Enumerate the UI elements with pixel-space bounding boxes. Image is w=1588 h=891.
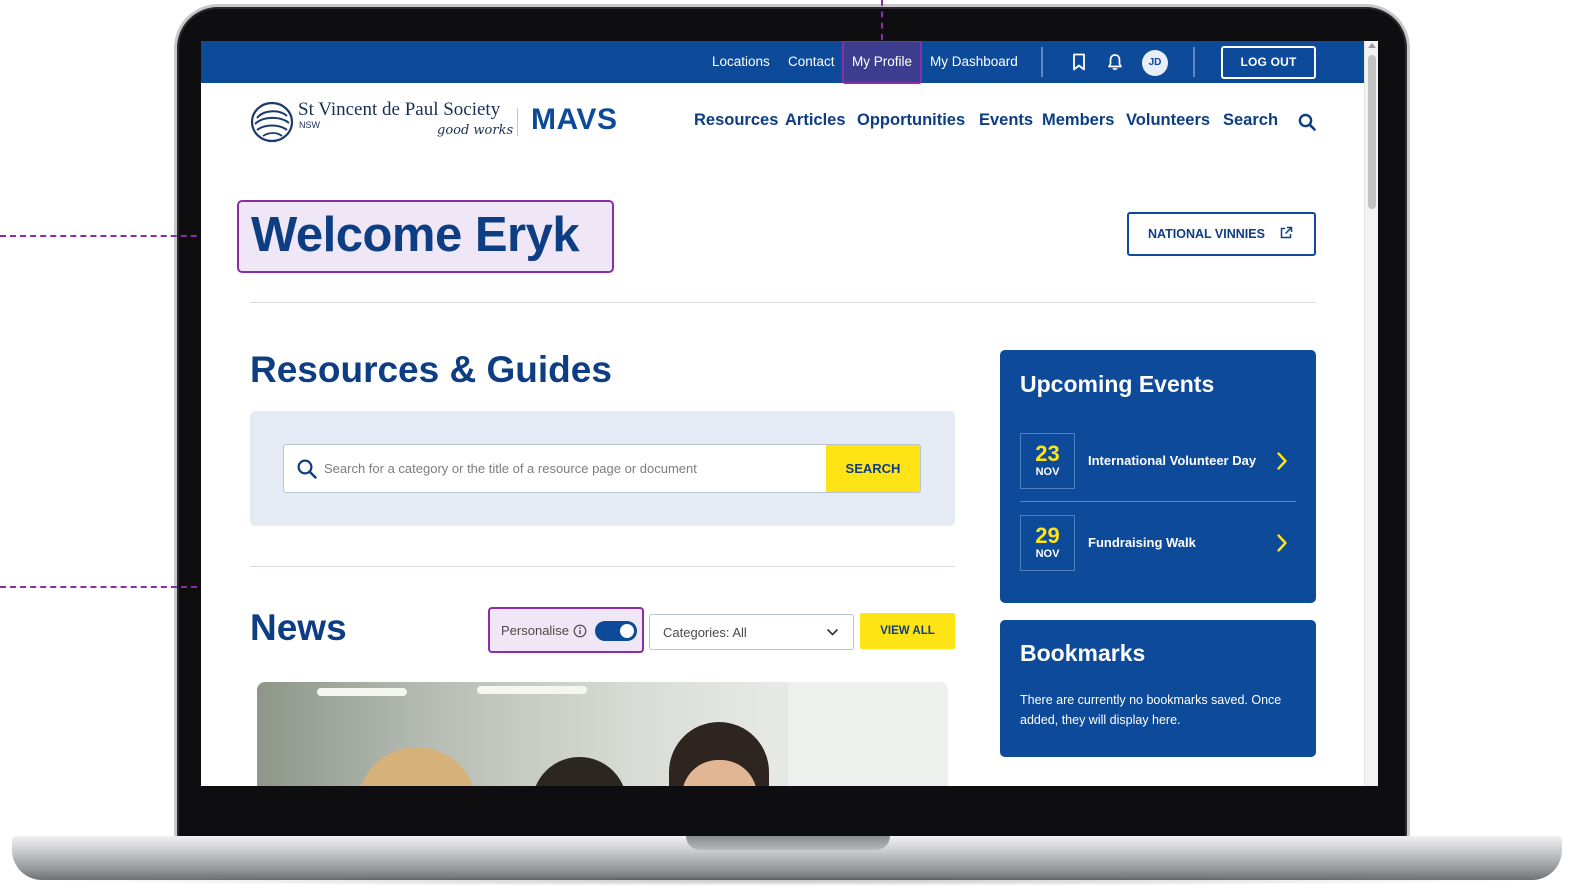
laptop-notch	[686, 836, 890, 850]
bookmarks-empty-text: There are currently no bookmarks saved. …	[1020, 693, 1282, 727]
nav-resources[interactable]: Resources	[694, 111, 778, 130]
utility-bar: Locations Contact My Profile My Dashboar…	[201, 41, 1364, 84]
avatar[interactable]: JD	[1142, 50, 1168, 76]
event-month: NOV	[1035, 548, 1060, 560]
personalise-toggle[interactable]	[595, 621, 637, 641]
national-vinnies-button[interactable]: NATIONAL VINNIES	[1127, 212, 1316, 256]
nav-contact-link[interactable]: Contact	[788, 41, 835, 83]
nav-events[interactable]: Events	[979, 111, 1033, 130]
logo-state: NSW	[299, 120, 320, 130]
image-ceiling-light	[317, 688, 407, 696]
bookmarks-card: Bookmarks There are currently no bookmar…	[1000, 620, 1316, 757]
nav-members[interactable]: Members	[1042, 111, 1114, 130]
event-day: 23	[1035, 441, 1060, 466]
nav-my-profile-link[interactable]: My Profile	[842, 41, 923, 84]
section-divider	[250, 566, 955, 567]
view-all-button[interactable]: VIEW ALL	[860, 613, 955, 649]
national-vinnies-label: NATIONAL VINNIES	[1148, 227, 1265, 241]
welcome-heading: Welcome Eryk	[251, 208, 580, 262]
resources-search-input[interactable]	[324, 445, 824, 492]
nav-volunteers[interactable]: Volunteers	[1126, 111, 1210, 130]
resources-search-box: SEARCH	[283, 444, 921, 493]
scroll-up-arrow[interactable]	[1368, 43, 1376, 48]
event-name: International Volunteer Day	[1088, 453, 1257, 468]
logout-button[interactable]: LOG OUT	[1221, 46, 1316, 79]
event-name: Fundraising Walk	[1088, 535, 1196, 550]
svdp-emblem-icon[interactable]	[249, 100, 295, 144]
nav-opportunities[interactable]: Opportunities	[857, 111, 965, 130]
logo-divider	[517, 108, 518, 136]
logo-tagline: good works	[437, 123, 514, 138]
toggle-knob	[620, 624, 634, 638]
event-divider	[1020, 501, 1296, 502]
resources-search-button[interactable]: SEARCH	[826, 445, 920, 492]
event-item[interactable]: 23 NOV International Volunteer Day	[1020, 433, 1296, 489]
event-item[interactable]: 29 NOV Fundraising Walk	[1020, 515, 1296, 571]
event-date-badge: 29 NOV	[1020, 515, 1075, 571]
nav-articles[interactable]: Articles	[785, 111, 846, 130]
bookmark-icon[interactable]	[1069, 52, 1089, 72]
categories-selected-value: Categories: All	[663, 625, 747, 640]
welcome-highlight: Welcome Eryk	[237, 200, 614, 273]
logo-society-name: St Vincent de Paul Society	[298, 99, 501, 120]
nav-search[interactable]: Search	[1223, 111, 1278, 130]
browser-screen: Locations Contact My Profile My Dashboar…	[201, 41, 1378, 786]
image-ceiling-light	[477, 686, 587, 694]
bookmarks-title: Bookmarks	[1020, 640, 1146, 666]
event-date-badge: 23 NOV	[1020, 433, 1075, 489]
upcoming-events-title: Upcoming Events	[1020, 371, 1215, 397]
scroll-thumb[interactable]	[1368, 55, 1376, 209]
utility-divider	[1041, 47, 1043, 77]
event-month: NOV	[1035, 466, 1060, 478]
upcoming-events-card: Upcoming Events 23 NOV International Vol…	[1000, 350, 1316, 603]
news-title: News	[250, 607, 347, 648]
search-icon	[297, 459, 317, 479]
chevron-down-icon	[826, 628, 839, 636]
image-window	[788, 682, 948, 786]
image-person	[532, 757, 627, 786]
personalise-toggle-group: Personalise	[488, 607, 644, 653]
laptop-shadow	[40, 876, 1534, 886]
chevron-right-icon[interactable]	[1276, 533, 1288, 553]
personalise-label: Personalise	[501, 623, 569, 638]
section-divider	[250, 302, 1316, 303]
nav-locations-link[interactable]: Locations	[712, 41, 770, 83]
categories-dropdown[interactable]: Categories: All	[649, 614, 854, 650]
logo-mavs[interactable]: MAVS	[531, 103, 617, 137]
info-icon[interactable]	[573, 624, 587, 638]
page-scrollbar[interactable]	[1364, 41, 1378, 786]
event-day: 29	[1035, 523, 1060, 548]
annotation-line-profile	[881, 0, 883, 40]
news-featured-image[interactable]	[257, 682, 948, 786]
search-icon[interactable]	[1297, 112, 1317, 132]
image-person	[357, 747, 477, 786]
resources-title: Resources & Guides	[250, 349, 612, 390]
chevron-right-icon[interactable]	[1276, 451, 1288, 471]
bell-icon[interactable]	[1105, 52, 1125, 72]
nav-my-dashboard-link[interactable]: My Dashboard	[930, 41, 1018, 83]
external-link-icon	[1280, 226, 1293, 239]
resources-search-panel: SEARCH	[250, 411, 955, 526]
utility-divider	[1193, 47, 1195, 77]
